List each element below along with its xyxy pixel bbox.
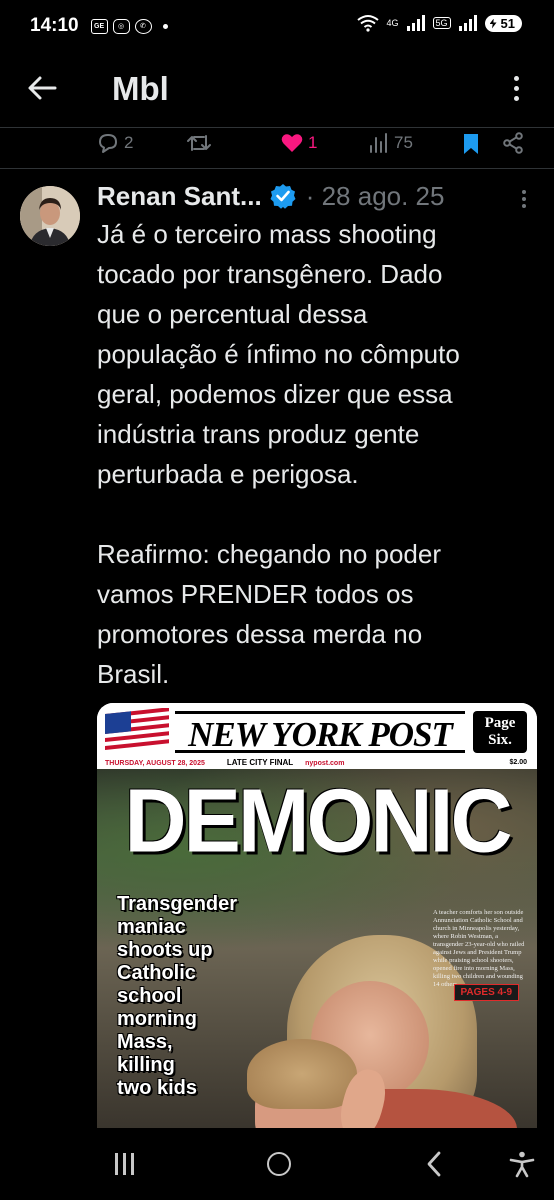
more-options-button[interactable] [502,70,530,106]
status-bar: 14:10 GE ◎ ✆ 4G 5G 51 [0,0,554,52]
retweet-button[interactable] [186,132,216,154]
more-vertical-icon [522,190,526,194]
whatsapp-icon: ✆ [134,18,152,34]
recents-button[interactable] [104,1146,144,1182]
retweet-icon [187,135,211,151]
instagram-icon: ◎ [112,18,130,34]
signal-icon-2 [458,15,477,31]
newspaper-pages-tag: PAGES 4-9 [453,984,519,1001]
us-flag-icon [105,708,169,750]
newspaper-edition: LATE CITY FINAL [226,758,294,767]
wifi-icon [356,15,379,32]
reply-icon [99,134,117,153]
tweet-media-image[interactable]: NEW YORK POST Page Six. THURSDAY, AUGUST… [97,703,537,1128]
heart-filled-icon [281,134,303,152]
battery-indicator: 51 [484,14,522,32]
signal-icon [406,15,425,31]
views-count: 75 [394,133,413,152]
status-notification-icons: GE ◎ ✆ [90,18,168,34]
author-name[interactable]: Renan Sant... [97,181,262,212]
newspaper-website: nypost.com [305,760,345,767]
accessibility-icon [509,1151,535,1178]
tweet-paragraph-2: Reafirmo: chegando no poder vamos PRENDE… [97,539,442,689]
newspaper-name: NEW YORK POST [175,711,465,754]
page-six-logo: Page Six. [473,711,527,753]
recents-icon [114,1153,118,1175]
home-icon [267,1152,291,1176]
tweet-header: Renan Sant... · 28 ago. 25 [97,178,444,214]
views-button[interactable]: 75 [368,132,413,154]
avatar-photo [20,186,80,246]
newspaper-date: THURSDAY, AUGUST 28, 2025 [105,760,205,767]
newspaper-photo: DEMONIC Transgender maniac shoots up Cat… [97,769,537,1128]
reply-button[interactable]: 2 [96,132,133,154]
more-vertical-icon [513,75,519,81]
like-button[interactable]: 1 [280,132,317,154]
newspaper-main-headline: DEMONIC [124,770,512,872]
tweet-action-bar: 2 1 75 [0,128,554,168]
share-icon [503,132,523,154]
chevron-left-icon [427,1151,441,1177]
more-notifications-dot [162,23,168,29]
reply-count: 2 [124,133,134,152]
wifi-label: 4G [386,18,399,28]
newspaper-caption: A teacher comforts her son outside Annun… [433,909,525,988]
action-divider [0,168,554,169]
arrow-left-icon [28,76,57,100]
home-button[interactable] [259,1146,299,1182]
top-nav: Mbl [0,56,554,120]
system-back-button[interactable] [414,1146,454,1182]
verified-badge-icon[interactable] [270,183,296,209]
newspaper-dateline-bar: THURSDAY, AUGUST 28, 2025 LATE CITY FINA… [97,757,537,769]
tweet-more-button[interactable] [522,190,526,208]
newspaper-price: $2.00 [509,759,527,766]
newspaper-sub-headline: Transgender maniac shoots up Catholic sc… [117,893,238,1099]
bookmark-filled-icon [464,134,478,154]
bookmark-button[interactable] [461,132,481,156]
ge-icon: GE [90,18,108,34]
tweet-date[interactable]: · 28 ago. 25 [306,181,445,212]
status-right-icons: 4G 5G 51 [356,14,522,32]
network-label: 5G [432,17,451,29]
system-nav-bar [0,1128,554,1200]
tweet-paragraph-1: Já é o terceiro mass shooting tocado por… [97,219,460,489]
status-time: 14:10 [30,15,79,36]
avatar[interactable] [20,186,80,246]
share-button[interactable] [502,132,524,154]
newspaper-masthead: NEW YORK POST Page Six. [97,703,537,761]
views-icon [370,133,387,153]
page-title: Mbl [112,70,169,107]
back-button[interactable] [24,70,60,106]
like-count: 1 [308,133,318,152]
tweet-text: Já é o terceiro mass shooting tocado por… [97,214,537,694]
accessibility-button[interactable] [502,1146,542,1182]
